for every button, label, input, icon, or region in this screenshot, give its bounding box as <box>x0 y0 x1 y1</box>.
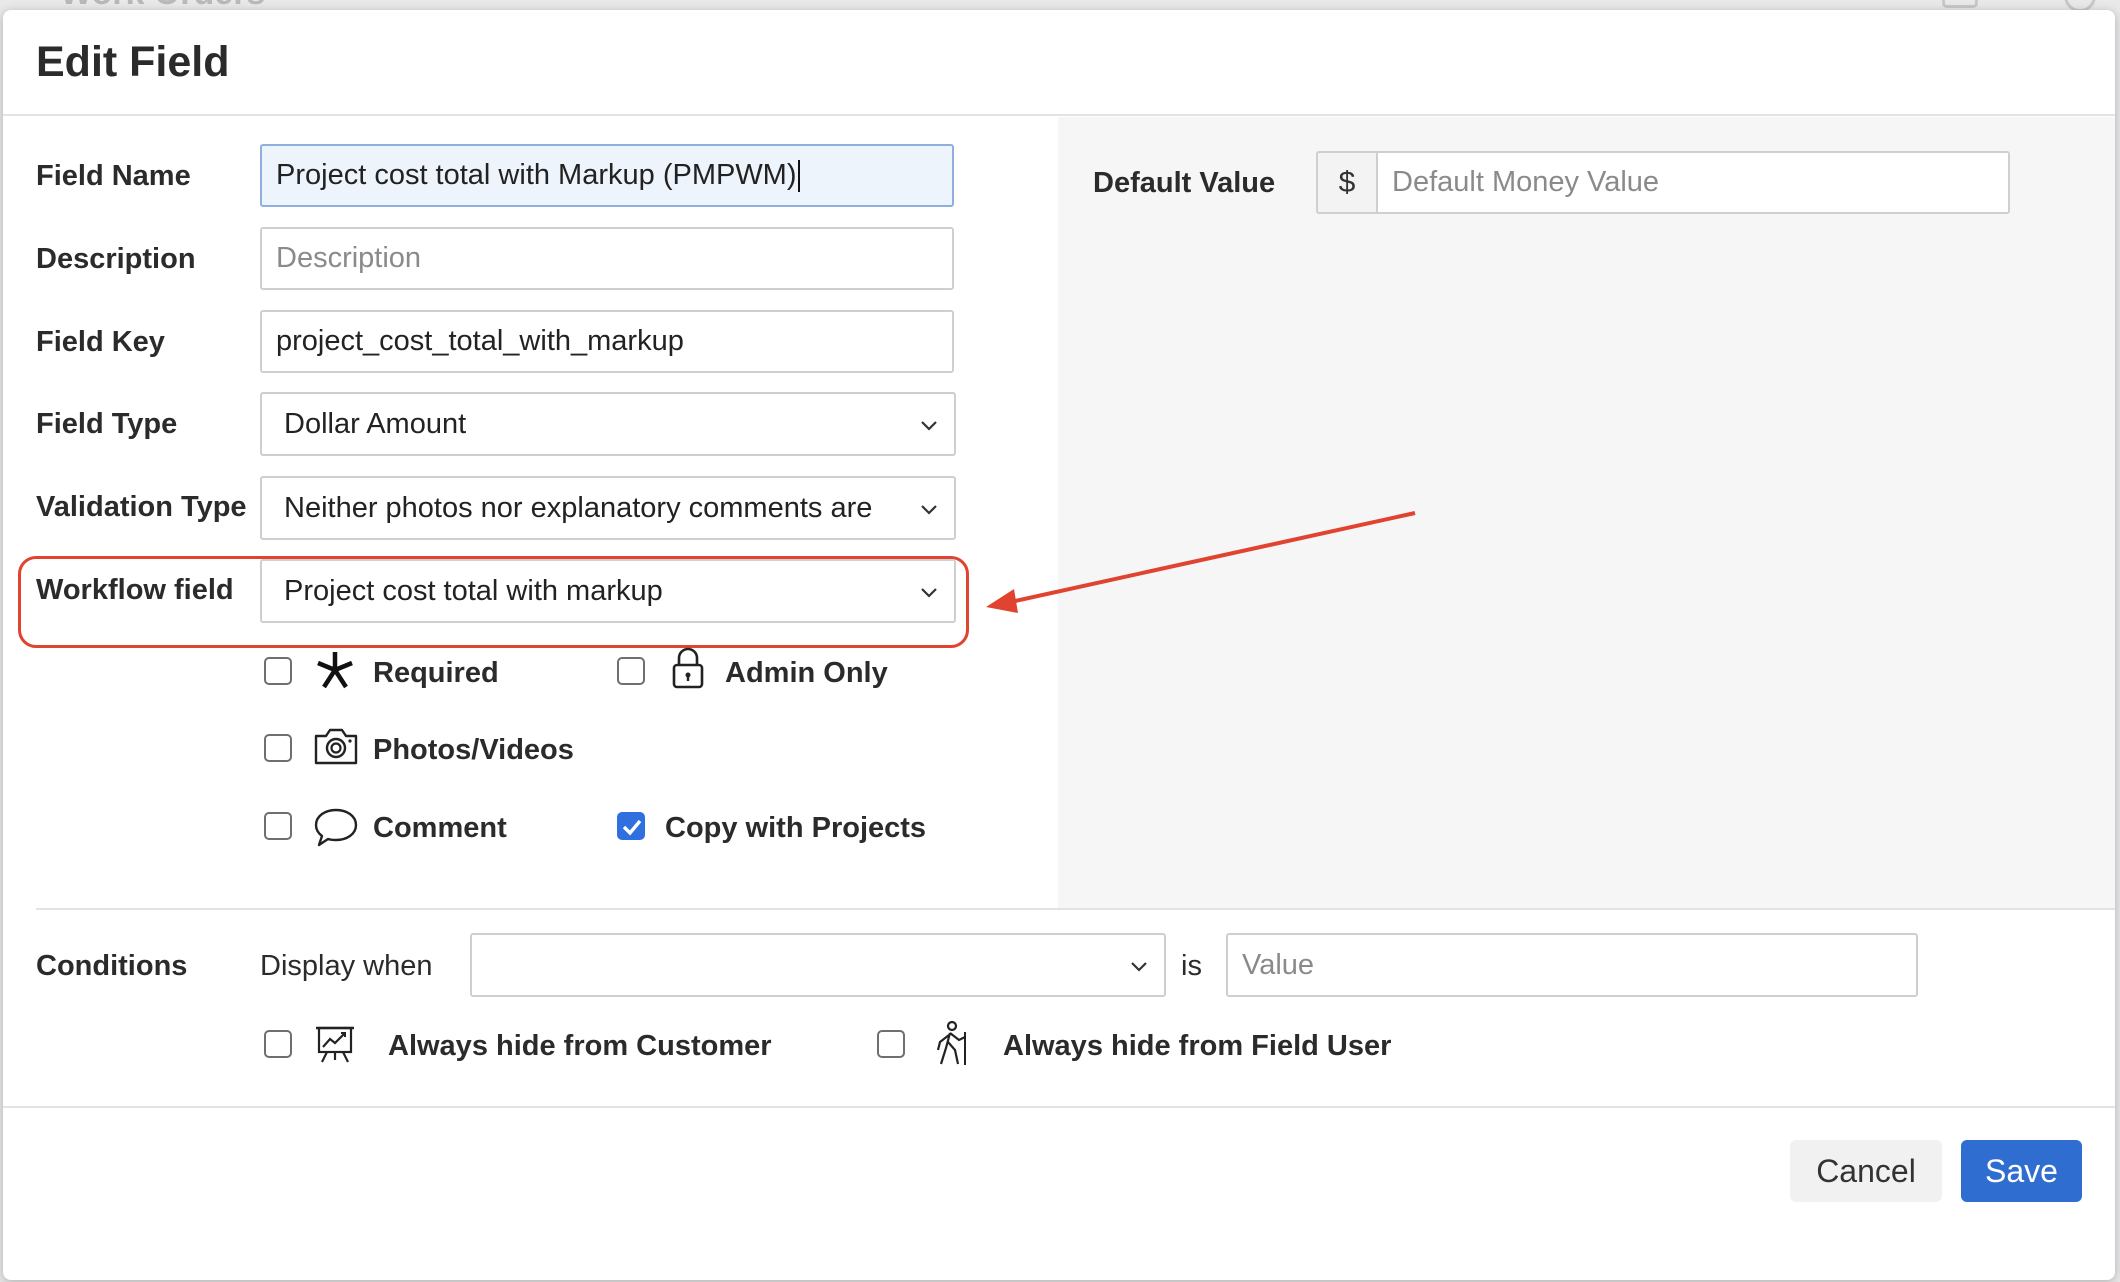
field-key-label: Field Key <box>36 326 165 358</box>
field-name-input[interactable]: Project cost total with Markup (PMPWM) <box>260 144 954 207</box>
admin-only-label: Admin Only <box>725 657 888 689</box>
field-type-label: Field Type <box>36 408 178 440</box>
currency-addon: $ <box>1316 151 1376 214</box>
description-placeholder: Description <box>276 242 422 274</box>
workflow-field-select[interactable]: Project cost total with markup <box>260 559 956 623</box>
copy-with-projects-label: Copy with Projects <box>665 812 927 844</box>
asterisk-icon <box>317 652 353 689</box>
annotation-arrow <box>986 511 1416 613</box>
edit-field-dialog: Edit Field Field Name Project cost total… <box>3 10 2115 1280</box>
backdrop-toolbar-icon <box>1942 0 1978 8</box>
default-value-label: Default Value <box>1093 167 1276 199</box>
field-type-select[interactable]: Dollar Amount <box>260 392 956 456</box>
conditions-label: Conditions <box>36 950 188 982</box>
hide-from-customer-checkbox[interactable] <box>264 1030 292 1058</box>
validation-type-select[interactable]: Neither photos nor explanatory comments … <box>260 476 956 540</box>
speech-bubble-icon <box>314 808 358 847</box>
dialog-title: Edit Field <box>36 38 230 86</box>
photos-videos-checkbox[interactable] <box>264 734 292 762</box>
field-name-label: Field Name <box>36 160 191 192</box>
display-when-label: Display when <box>260 950 433 982</box>
hide-from-field-user-label: Always hide from Field User <box>1003 1030 1392 1062</box>
hiker-icon <box>936 1020 966 1065</box>
copy-with-projects-checkbox[interactable] <box>617 812 645 840</box>
condition-value-input[interactable]: Value <box>1226 933 1918 997</box>
field-type-value: Dollar Amount <box>284 407 467 440</box>
chevron-down-icon <box>1131 962 1147 972</box>
chevron-down-icon <box>921 505 937 515</box>
camera-icon <box>314 728 358 765</box>
is-label: is <box>1181 950 1202 982</box>
required-checkbox[interactable] <box>264 657 292 685</box>
field-key-input[interactable]: project_cost_total_with_markup <box>260 310 954 373</box>
section-divider <box>36 908 2115 910</box>
cancel-button[interactable]: Cancel <box>1790 1140 1942 1202</box>
text-cursor <box>797 159 800 192</box>
description-input[interactable]: Description <box>260 227 954 290</box>
validation-type-label: Validation Type <box>36 491 247 523</box>
description-label: Description <box>36 243 196 275</box>
photos-videos-label: Photos/Videos <box>373 734 574 766</box>
validation-type-value: Neither photos nor explanatory comments … <box>284 491 873 524</box>
required-label: Required <box>373 657 499 689</box>
chevron-down-icon <box>921 421 937 431</box>
workflow-field-value: Project cost total with markup <box>284 574 663 607</box>
presentation-chart-icon <box>316 1026 354 1063</box>
save-button[interactable]: Save <box>1961 1140 2082 1202</box>
display-when-select[interactable] <box>470 933 1166 997</box>
lock-icon <box>672 647 704 689</box>
default-value-placeholder: Default Money Value <box>1392 166 1660 198</box>
field-name-value: Project cost total with Markup (PMPWM) <box>276 159 797 191</box>
checkmark-icon <box>622 819 642 836</box>
condition-value-placeholder: Value <box>1242 948 1315 981</box>
comment-label: Comment <box>373 812 507 844</box>
default-value-input[interactable]: Default Money Value <box>1376 151 2010 214</box>
admin-only-checkbox[interactable] <box>617 657 645 685</box>
footer-divider <box>3 1106 2115 1108</box>
hide-from-customer-label: Always hide from Customer <box>388 1030 772 1062</box>
chevron-down-icon <box>921 588 937 598</box>
workflow-field-label: Workflow field <box>36 574 234 606</box>
comment-checkbox[interactable] <box>264 812 292 840</box>
dialog-header: Edit Field <box>3 10 2115 116</box>
field-key-value: project_cost_total_with_markup <box>276 325 684 357</box>
hide-from-field-user-checkbox[interactable] <box>877 1030 905 1058</box>
